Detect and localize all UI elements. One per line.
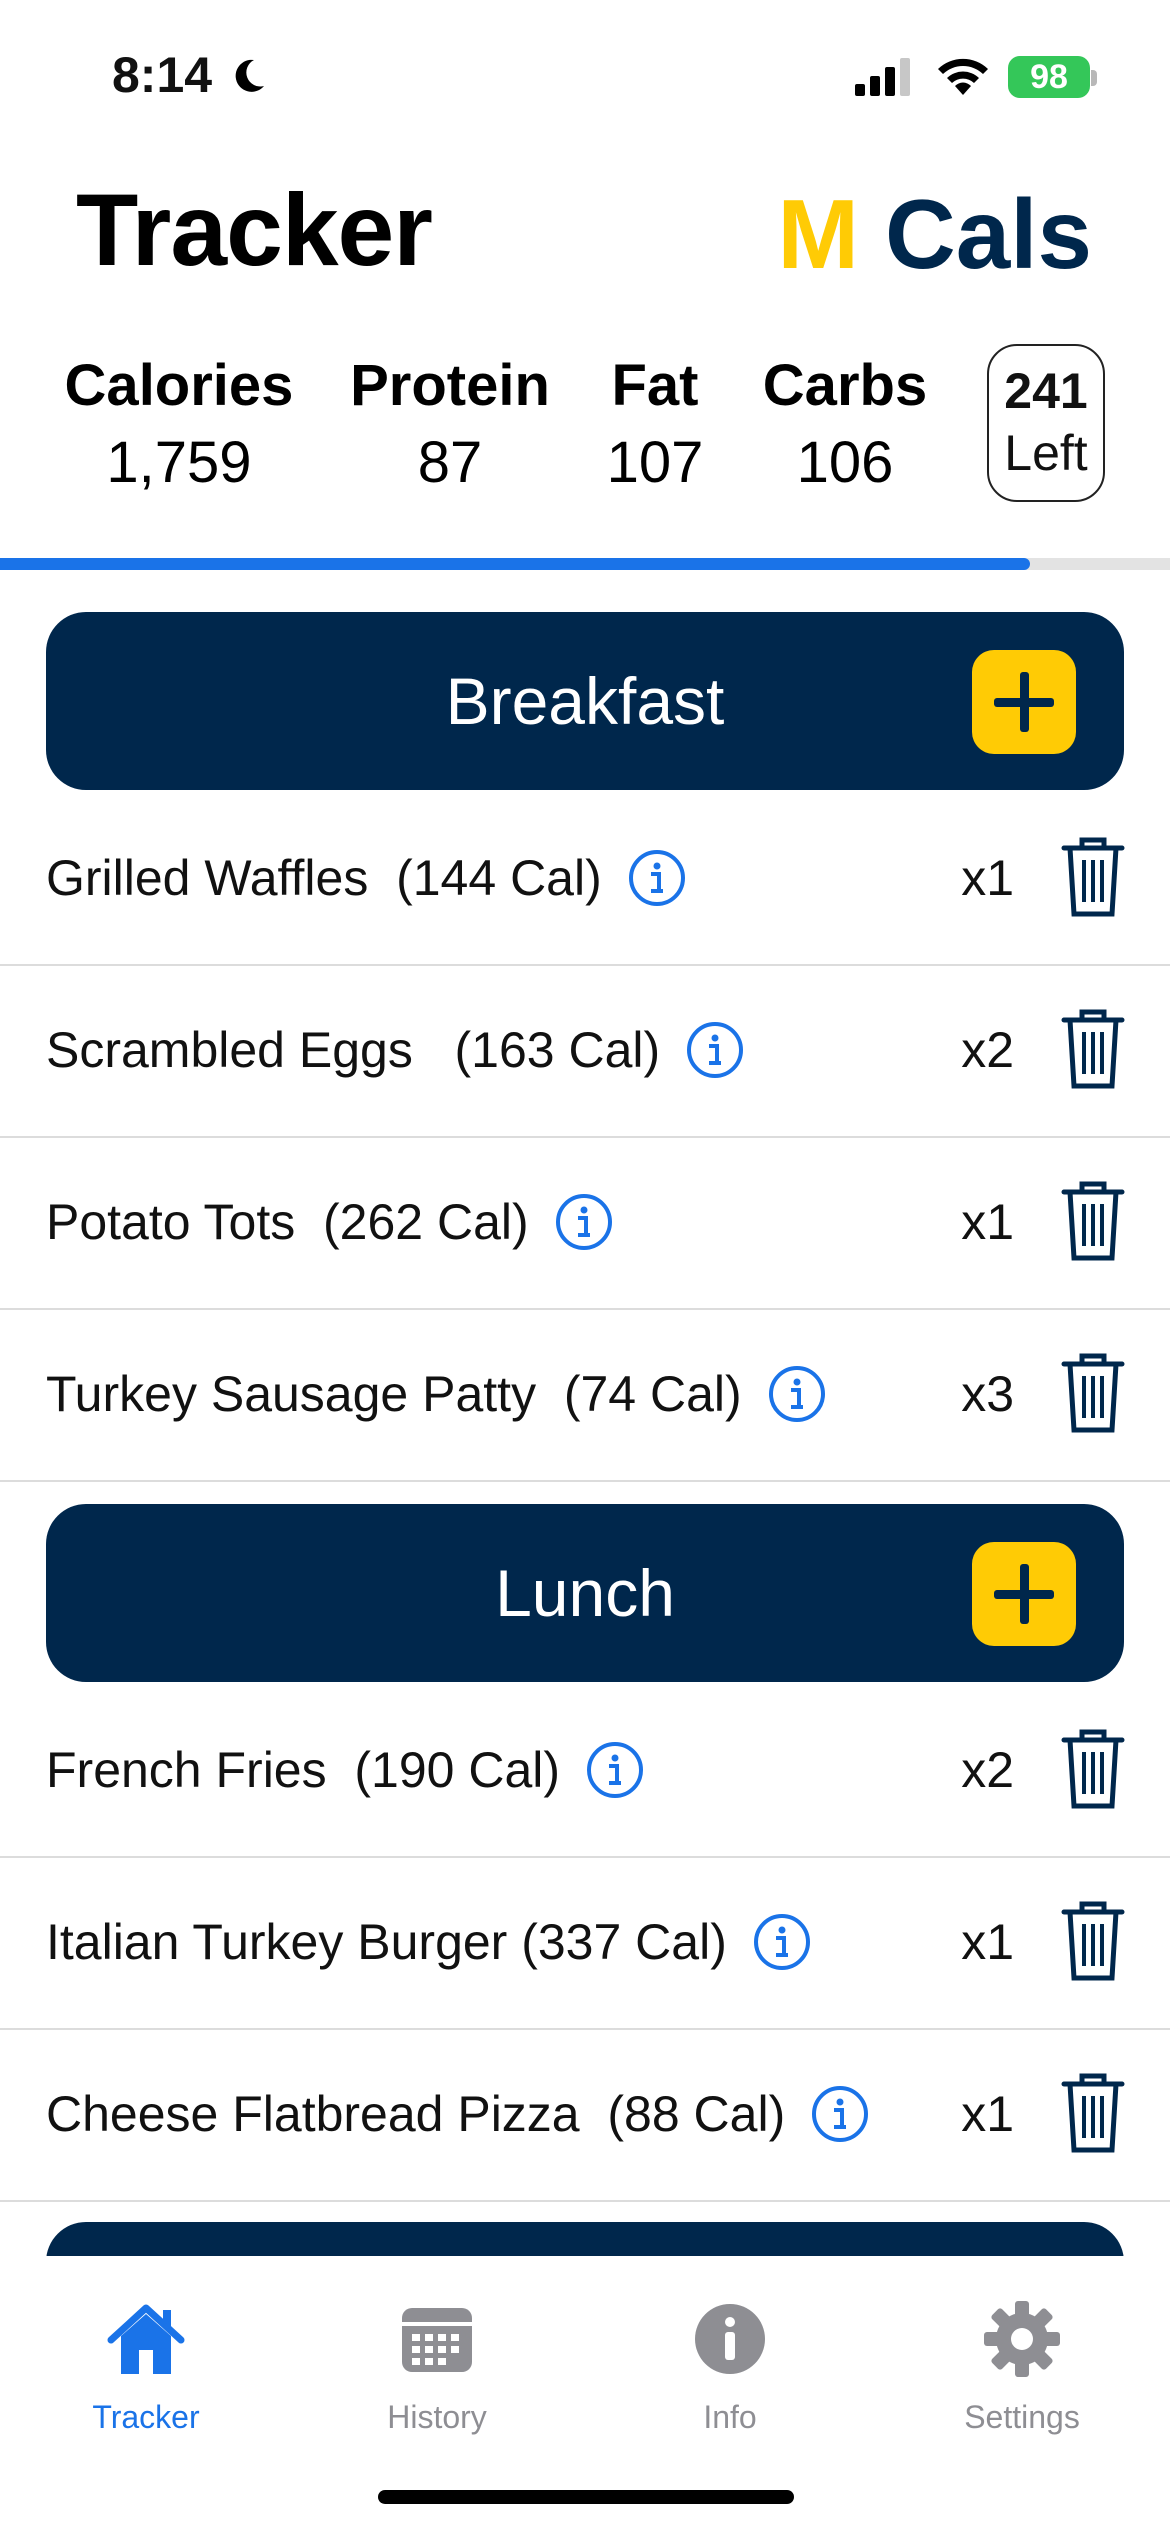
trash-icon[interactable] xyxy=(1060,1178,1126,1264)
list-item: Potato Tots (262 Cal) x1 xyxy=(0,1136,1170,1310)
calories-left-label: Left xyxy=(1004,425,1088,481)
quantity: x1 xyxy=(961,850,1014,906)
trash-icon[interactable] xyxy=(1060,2070,1126,2156)
logo-cals: Cals xyxy=(884,179,1092,289)
stat-fat: Fat 107 xyxy=(590,352,720,496)
status-time: 8:14 xyxy=(112,47,213,103)
tab-label: Settings xyxy=(964,2399,1080,2435)
calendar-icon xyxy=(402,2308,472,2372)
calories-left-badge: 241 Left xyxy=(987,344,1105,502)
trash-icon[interactable] xyxy=(1060,1898,1126,1984)
tab-label: Tracker xyxy=(92,2399,200,2435)
stat-value: 1,759 xyxy=(106,430,252,495)
gear-icon xyxy=(984,2301,1060,2377)
stat-label: Calories xyxy=(64,353,294,418)
page-title: Tracker xyxy=(76,173,433,287)
trash-icon[interactable] xyxy=(1060,1350,1126,1436)
house-icon xyxy=(107,2304,185,2374)
food-label: Cheese Flatbread Pizza (88 Cal) xyxy=(46,2086,786,2142)
food-label: Scrambled Eggs (163 Cal) xyxy=(46,1022,661,1078)
meal-header-breakfast: Breakfast xyxy=(46,612,1124,790)
tab-settings[interactable]: Settings xyxy=(912,2296,1132,2436)
tab-label: Info xyxy=(703,2399,757,2435)
battery-level: 98 xyxy=(1030,57,1068,96)
meal-header-lunch: Lunch xyxy=(46,1504,1124,1682)
meal-title: Lunch xyxy=(495,1556,675,1630)
tab-info[interactable]: Info xyxy=(620,2296,840,2436)
info-icon xyxy=(695,2304,765,2374)
stat-protein: Protein 87 xyxy=(350,352,550,496)
stat-label: Fat xyxy=(611,353,699,418)
quantity: x1 xyxy=(961,2086,1014,2142)
food-label: French Fries (190 Cal) xyxy=(46,1742,561,1798)
progress-fill xyxy=(0,558,1030,570)
info-icon[interactable] xyxy=(768,1365,826,1423)
info-icon[interactable] xyxy=(686,1021,744,1079)
quantity: x2 xyxy=(961,1742,1014,1798)
info-icon[interactable] xyxy=(586,1741,644,1799)
list-item: French Fries (190 Cal) x2 xyxy=(0,1684,1170,1858)
add-breakfast-button[interactable] xyxy=(972,650,1076,754)
food-label: Grilled Waffles (144 Cal) xyxy=(46,850,602,906)
trash-icon[interactable] xyxy=(1060,1726,1126,1812)
moon-icon xyxy=(235,59,264,92)
stat-carbs: Carbs 106 xyxy=(755,352,935,496)
stat-value: 107 xyxy=(606,430,704,495)
food-label: Potato Tots (262 Cal) xyxy=(46,1194,529,1250)
stat-value: 87 xyxy=(417,430,483,495)
info-icon[interactable] xyxy=(811,2085,869,2143)
tab-history[interactable]: History xyxy=(327,2296,547,2436)
wifi-icon xyxy=(938,58,988,95)
tab-label: History xyxy=(387,2399,487,2435)
tab-tracker[interactable]: Tracker xyxy=(36,2296,256,2436)
stat-label: Protein xyxy=(350,353,550,418)
status-bar: 8:14 98 xyxy=(0,0,1170,150)
list-item: Turkey Sausage Patty (74 Cal) x3 xyxy=(0,1308,1170,1482)
list-item: Scrambled Eggs (163 Cal) x2 xyxy=(0,964,1170,1138)
home-indicator xyxy=(378,2490,794,2504)
quantity: x2 xyxy=(961,1022,1014,1078)
trash-icon[interactable] xyxy=(1060,1006,1126,1092)
info-icon[interactable] xyxy=(555,1193,613,1251)
calories-left-value: 241 xyxy=(1004,363,1088,419)
quantity: x1 xyxy=(961,1194,1014,1250)
quantity: x3 xyxy=(961,1366,1014,1422)
logo-m: M xyxy=(777,179,859,289)
food-label: Turkey Sausage Patty (74 Cal) xyxy=(46,1366,742,1422)
meal-title: Breakfast xyxy=(445,664,725,738)
info-icon[interactable] xyxy=(753,1913,811,1971)
trash-icon[interactable] xyxy=(1060,834,1126,920)
list-item: Italian Turkey Burger (337 Cal) x1 xyxy=(0,1856,1170,2030)
app-logo: M Cals xyxy=(777,178,1092,291)
calorie-progress-bar xyxy=(0,558,1170,570)
stat-value: 106 xyxy=(796,430,894,495)
list-item: Grilled Waffles (144 Cal) x1 xyxy=(0,792,1170,966)
cellular-signal-icon xyxy=(855,58,910,96)
stat-calories: Calories 1,759 xyxy=(64,352,294,496)
quantity: x1 xyxy=(961,1914,1014,1970)
stat-label: Carbs xyxy=(762,353,928,418)
battery-indicator: 98 xyxy=(1008,56,1090,98)
add-lunch-button[interactable] xyxy=(972,1542,1076,1646)
info-icon[interactable] xyxy=(628,849,686,907)
battery-tip xyxy=(1091,70,1097,86)
food-label: Italian Turkey Burger (337 Cal) xyxy=(46,1914,727,1970)
list-item: Cheese Flatbread Pizza (88 Cal) x1 xyxy=(0,2028,1170,2202)
